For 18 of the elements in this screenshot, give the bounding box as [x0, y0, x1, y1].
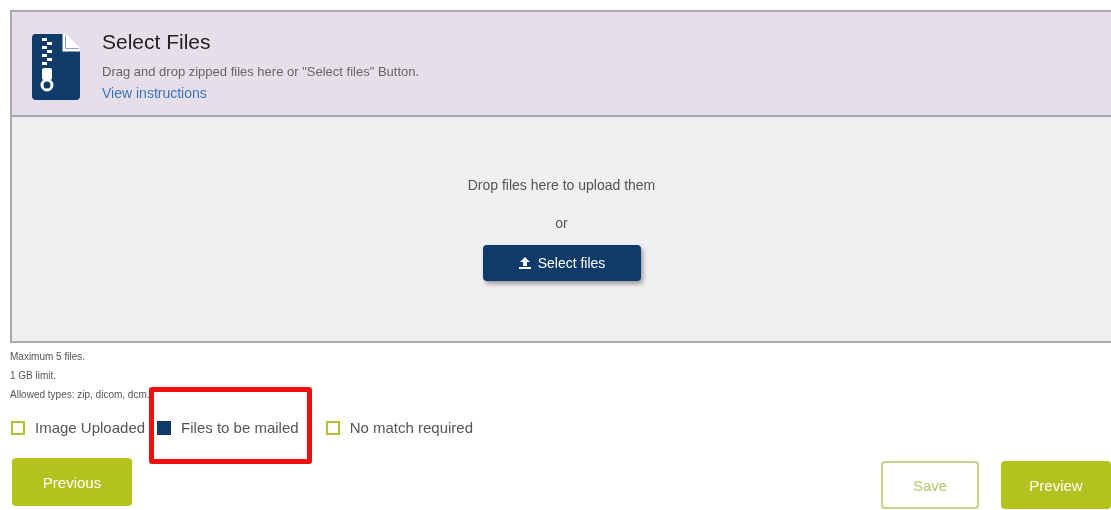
checkbox-label[interactable]: No match required: [349, 419, 474, 436]
drop-zone[interactable]: Drop files here to upload them or Select files: [12, 117, 1111, 341]
checkbox[interactable]: [11, 420, 25, 435]
upload-note: Allowed types: zip, dicom, dcm.: [10, 388, 151, 402]
select-files-button[interactable]: Select files: [482, 245, 641, 281]
panel-description: Drag and drop zipped files here or "Select files" Button.: [102, 64, 420, 79]
or-label: or: [555, 215, 568, 231]
upload-note: 1 GB limit.: [10, 369, 58, 383]
zip-file-icon: [30, 32, 82, 102]
checkbox-label[interactable]: Files to be mailed: [181, 419, 299, 436]
drop-hint: Drop files here to upload them: [467, 177, 656, 193]
upload-note: Maximum 5 files.: [10, 350, 86, 364]
panel-title: Select Files: [102, 30, 212, 54]
checkbox[interactable]: [157, 420, 172, 435]
checkbox[interactable]: [325, 420, 340, 435]
upload-icon: [517, 256, 532, 270]
view-instructions-link[interactable]: View instructions: [102, 85, 207, 101]
checkbox-label[interactable]: Image Uploaded: [35, 419, 146, 436]
